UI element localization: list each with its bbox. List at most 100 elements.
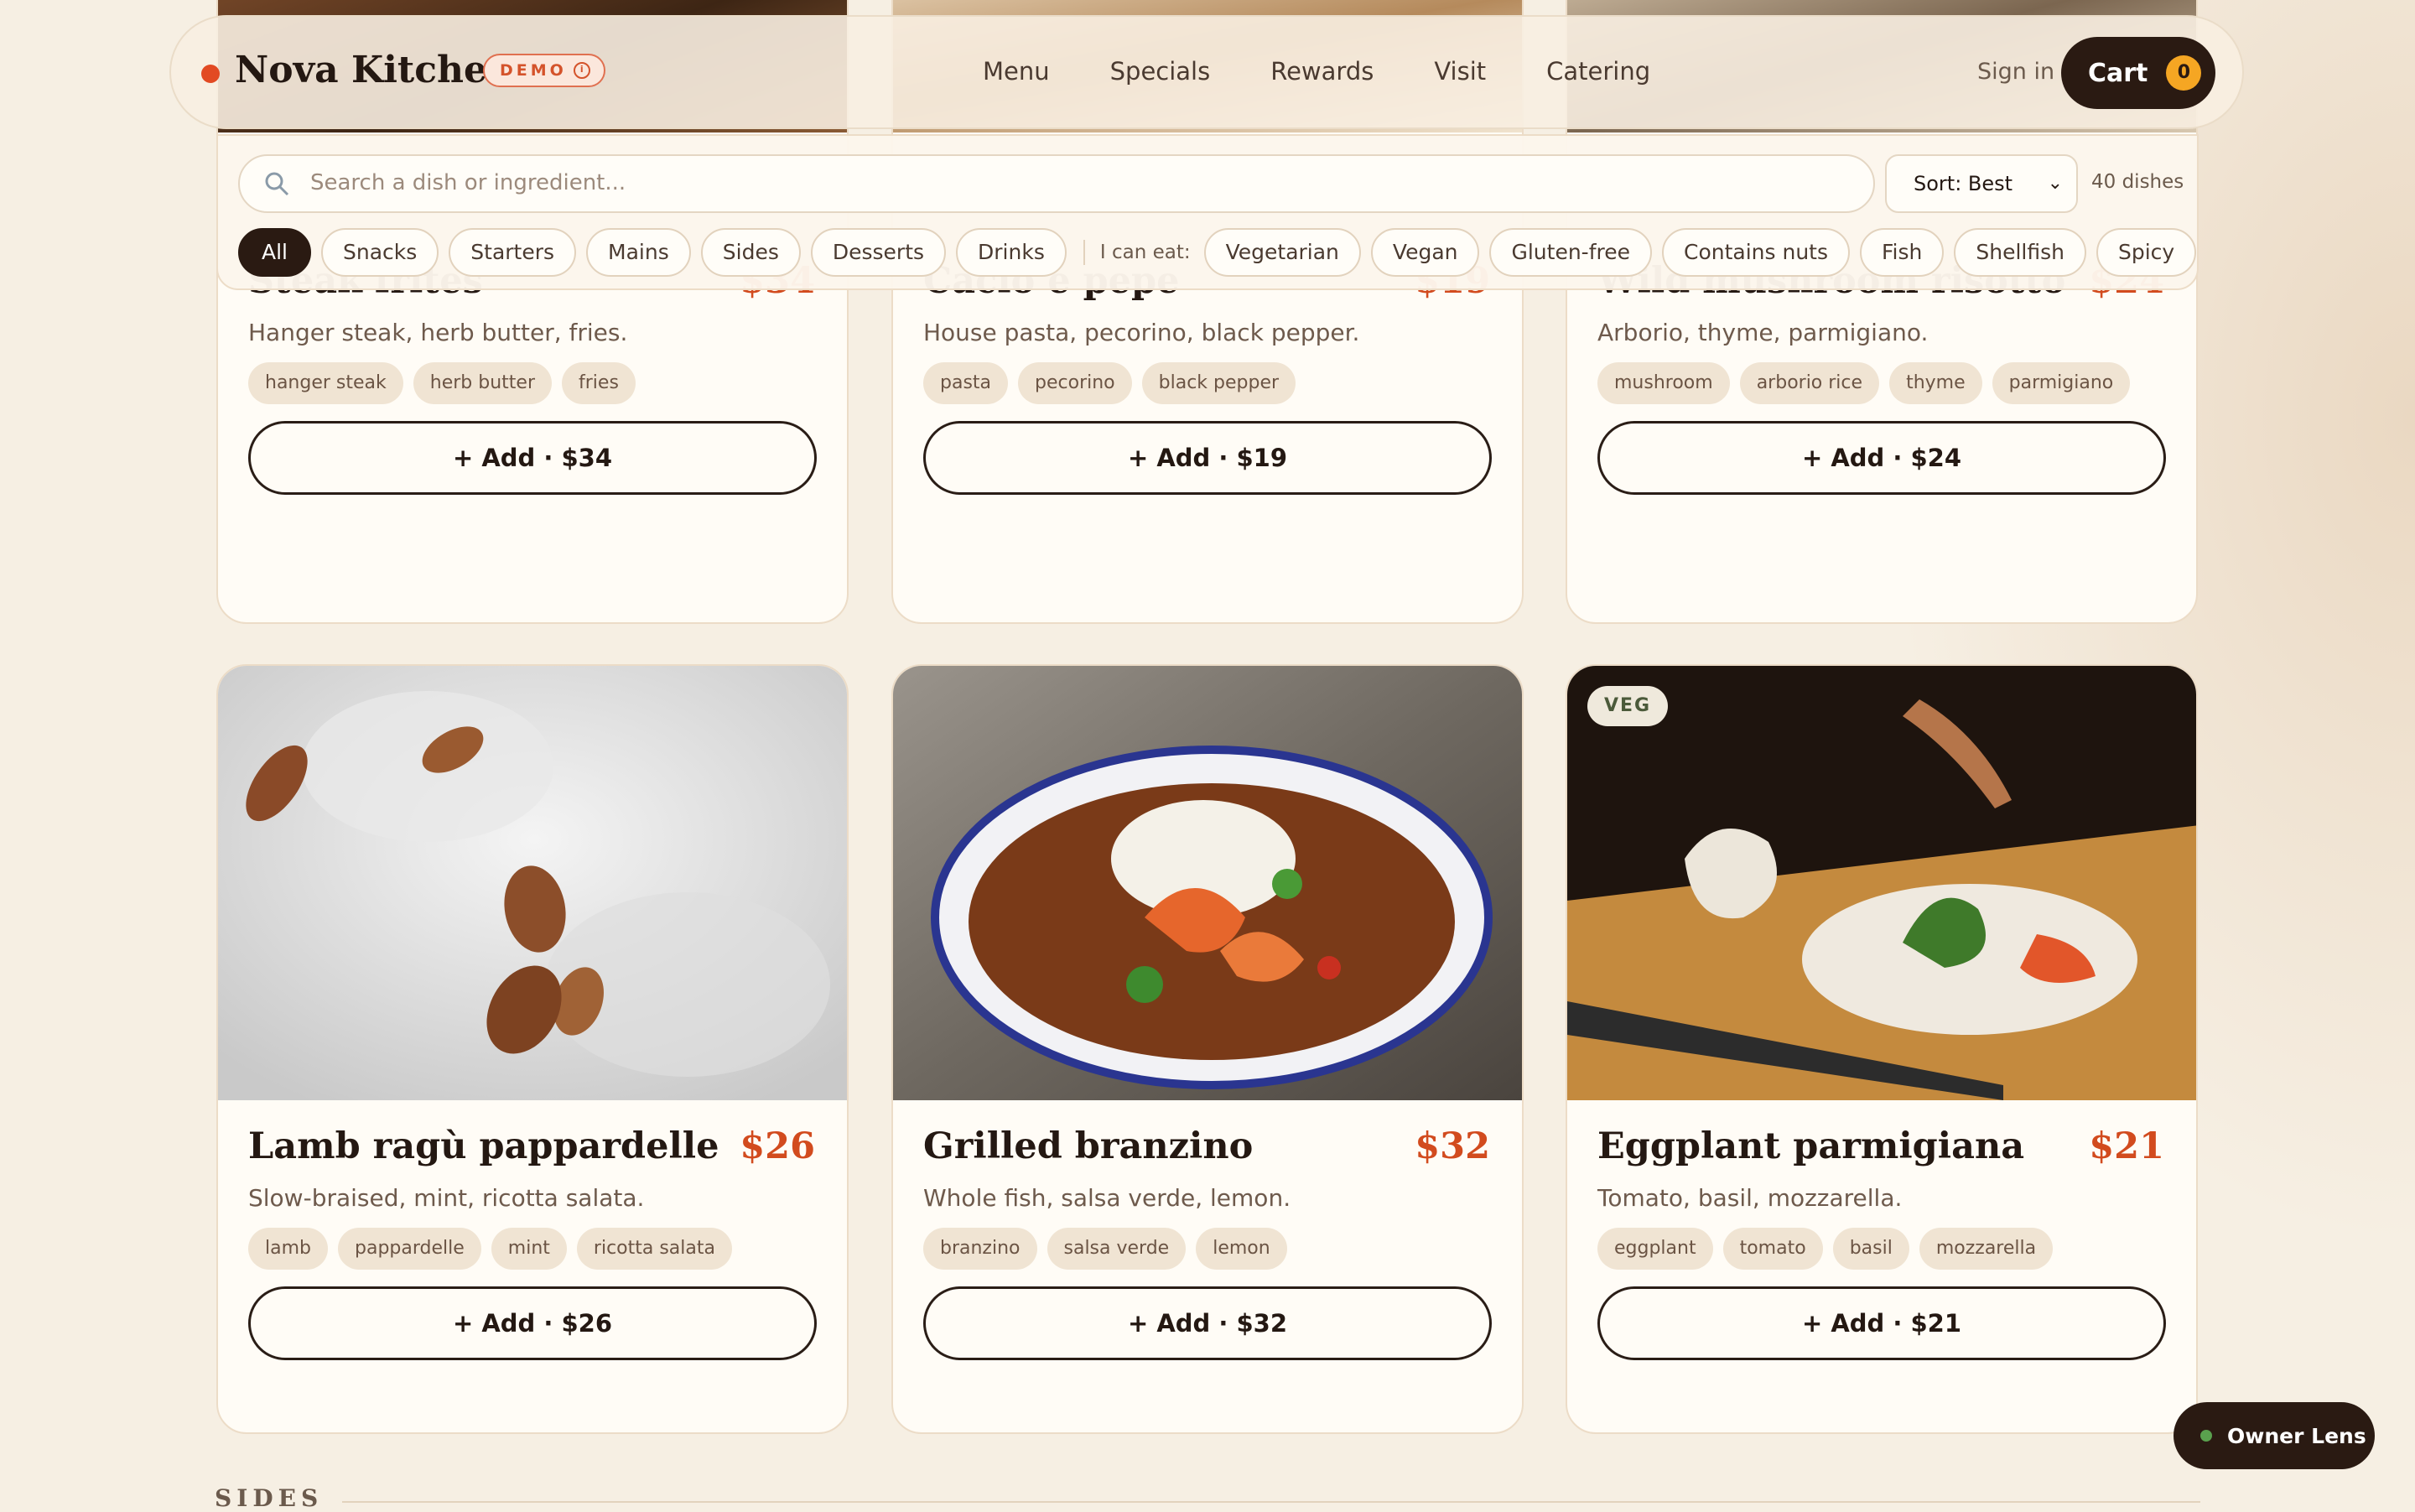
ingredient-tags: lamb pappardelle mint ricotta salata: [248, 1228, 732, 1270]
info-icon: i: [573, 62, 590, 79]
diet-chip-spicy[interactable]: Spicy: [2096, 228, 2197, 277]
category-chip-starters[interactable]: Starters: [449, 228, 577, 277]
dish-card-eggplant-parmigiana[interactable]: VEG Eggplant parmigiana $21 Tomato, basi…: [1566, 664, 2198, 1434]
add-to-cart-button[interactable]: + Add · $32: [923, 1286, 1492, 1360]
ingredient-tag: herb butter: [413, 362, 552, 404]
ingredient-tag: lamb: [248, 1228, 328, 1270]
ingredient-tag: mushroom: [1597, 362, 1730, 404]
ingredient-tag: pappardelle: [338, 1228, 481, 1270]
diet-filter-label: I can eat:: [1099, 242, 1191, 263]
ingredient-tags: pasta pecorino black pepper: [923, 362, 1296, 404]
ingredient-tag: pecorino: [1018, 362, 1132, 404]
diet-chip-vegetarian[interactable]: Vegetarian: [1203, 228, 1361, 277]
status-dot-icon: [2200, 1430, 2212, 1442]
category-chip-desserts[interactable]: Desserts: [810, 228, 947, 277]
add-to-cart-button[interactable]: + Add · $34: [248, 421, 817, 495]
category-chip-mains[interactable]: Mains: [586, 228, 691, 277]
cart-count-badge: 0: [2166, 55, 2202, 91]
ingredient-tags: eggplant tomato basil mozzarella: [1597, 1228, 2054, 1270]
dish-description: Arborio, thyme, parmigiano.: [1597, 319, 1929, 346]
ingredient-tag: eggplant: [1597, 1228, 1713, 1270]
dish-description: Whole fish, salsa verde, lemon.: [923, 1184, 1291, 1212]
cart-button[interactable]: Cart 0: [2061, 37, 2215, 109]
brand-dot-icon: [201, 65, 220, 83]
nav-item-catering[interactable]: Catering: [1546, 57, 1650, 86]
diet-chip-contains-nuts[interactable]: Contains nuts: [1662, 228, 1850, 277]
add-to-cart-button[interactable]: + Add · $21: [1597, 1286, 2166, 1360]
ingredient-tags: branzino salsa verde lemon: [923, 1228, 1287, 1270]
diet-chip-shellfish[interactable]: Shellfish: [1954, 228, 2086, 277]
vegetarian-badge: VEG: [1587, 686, 1669, 726]
sort-value: Sort: Best: [1914, 172, 2013, 195]
category-chip-sides[interactable]: Sides: [700, 228, 801, 277]
demo-badge-label: DEMO: [500, 61, 567, 80]
owner-lens-button[interactable]: Owner Lens: [2174, 1402, 2375, 1469]
ingredient-tag: ricotta salata: [576, 1228, 732, 1270]
nav-item-visit[interactable]: Visit: [1434, 57, 1486, 86]
diet-chip-fish[interactable]: Fish: [1860, 228, 1945, 277]
dish-photo: VEG: [1567, 666, 2196, 1100]
cart-label: Cart: [2088, 58, 2148, 88]
top-navigation-bar: Nova Kitchen DEMO i Menu Specials Reward…: [169, 15, 2244, 129]
ingredient-tag: basil: [1832, 1228, 1909, 1270]
add-to-cart-button[interactable]: + Add · $26: [248, 1286, 817, 1360]
ingredient-tag: tomato: [1722, 1228, 1823, 1270]
dish-price: $32: [1415, 1125, 1490, 1167]
ingredient-tag: parmigiano: [1992, 362, 2131, 404]
ingredient-tag: pasta: [923, 362, 1009, 404]
dish-price: $26: [740, 1125, 815, 1167]
diet-chip-vegan[interactable]: Vegan: [1370, 228, 1480, 277]
chef-plating-photo: [1567, 666, 2196, 1100]
ingredient-tags: mushroom arborio rice thyme parmigiano: [1597, 362, 2131, 404]
demo-badge[interactable]: DEMO i: [483, 54, 605, 87]
dish-description: Hanger steak, herb butter, fries.: [248, 319, 628, 346]
section-divider: [342, 1501, 2200, 1503]
dish-description: Slow-braised, mint, ricotta salata.: [248, 1184, 645, 1212]
brand-name[interactable]: Nova Kitchen: [235, 49, 514, 91]
add-to-cart-button[interactable]: + Add · $19: [923, 421, 1492, 495]
primary-nav: Menu Specials Rewards Visit Catering: [983, 57, 1650, 86]
dish-photo: [218, 666, 847, 1100]
ingredient-tag: fries: [562, 362, 636, 404]
dish-description: Tomato, basil, mozzarella.: [1597, 1184, 1903, 1212]
ingredient-tag: mozzarella: [1919, 1228, 2054, 1270]
seafood-bowl-photo: [893, 666, 1522, 1100]
ingredient-tag: black pepper: [1141, 362, 1296, 404]
dish-description: House pasta, pecorino, black pepper.: [923, 319, 1360, 346]
chevron-down-icon: ⌄: [2047, 173, 2063, 194]
add-to-cart-button[interactable]: + Add · $24: [1597, 421, 2166, 495]
category-chip-all[interactable]: All: [238, 228, 311, 277]
sort-select[interactable]: Sort: Best ⌄: [1885, 154, 2078, 213]
dish-name: Eggplant parmigiana: [1597, 1125, 2025, 1167]
dish-card-lamb-ragu-pappardelle[interactable]: Lamb ragù pappardelle $26 Slow-braised, …: [216, 664, 849, 1434]
owner-lens-label: Owner Lens: [2227, 1423, 2366, 1448]
nav-item-menu[interactable]: Menu: [983, 57, 1050, 86]
ingredient-tag: lemon: [1196, 1228, 1287, 1270]
ingredient-tag: branzino: [923, 1228, 1037, 1270]
dish-price: $21: [2089, 1125, 2164, 1167]
ingredient-tag: arborio rice: [1739, 362, 1880, 404]
dish-card-grilled-branzino[interactable]: Grilled branzino $32 Whole fish, salsa v…: [891, 664, 1524, 1434]
dish-name: Lamb ragù pappardelle: [248, 1125, 719, 1167]
category-chip-snacks[interactable]: Snacks: [321, 228, 439, 277]
dish-count: 40 dishes: [2091, 171, 2184, 193]
filter-panel: Search a dish or ingredient... Sort: Bes…: [216, 134, 2199, 290]
ingredient-tag: mint: [491, 1228, 567, 1270]
search-input[interactable]: Search a dish or ingredient...: [238, 154, 1875, 213]
ingredient-tag: thyme: [1889, 362, 1982, 404]
diet-chip-gluten-free[interactable]: Gluten-free: [1489, 228, 1652, 277]
section-heading-sides: SIDES: [215, 1484, 324, 1512]
nav-item-rewards[interactable]: Rewards: [1270, 57, 1374, 86]
ingredient-tag: hanger steak: [248, 362, 403, 404]
dish-name: Grilled branzino: [923, 1125, 1254, 1167]
ingredient-tag: salsa verde: [1046, 1228, 1187, 1270]
sign-in-link[interactable]: Sign in: [1977, 59, 2054, 85]
ingredient-tags: hanger steak herb butter fries: [248, 362, 636, 404]
divider: [1083, 240, 1085, 265]
search-icon: [265, 172, 289, 196]
filter-chips: All Snacks Starters Mains Sides Desserts…: [238, 228, 2197, 277]
dish-photo: [893, 666, 1522, 1100]
search-placeholder: Search a dish or ingredient...: [310, 170, 626, 195]
nav-item-specials[interactable]: Specials: [1110, 57, 1211, 86]
category-chip-drinks[interactable]: Drinks: [956, 228, 1067, 277]
